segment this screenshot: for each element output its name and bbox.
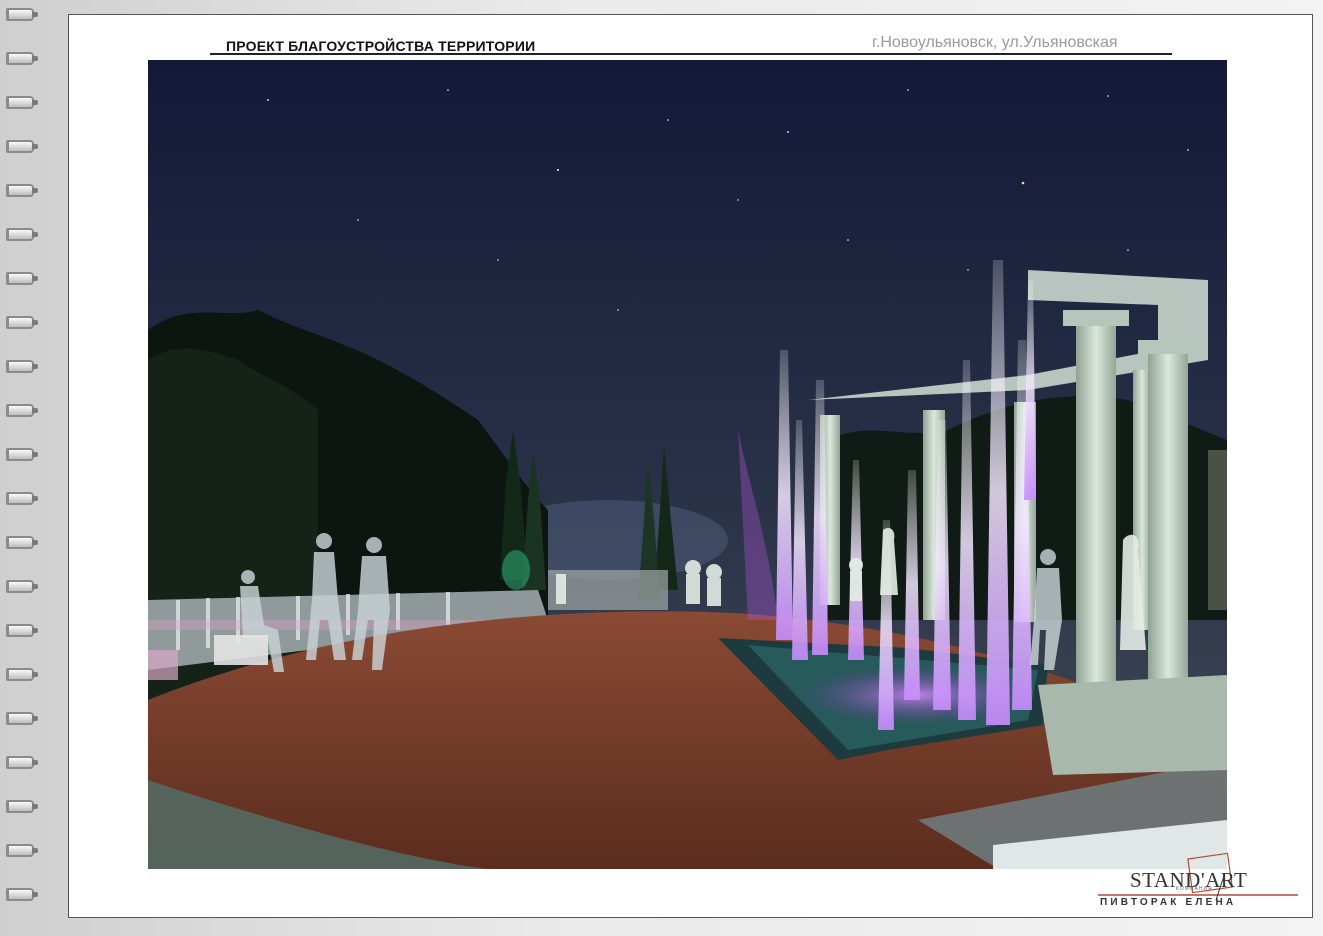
logo-author: ПИВТОРАК ЕЛЕНА: [1100, 897, 1237, 908]
night-render-image: [148, 60, 1227, 869]
spiral-binding: [0, 0, 44, 936]
render-scene: [148, 60, 1227, 869]
binding-ring: [6, 668, 38, 681]
company-logo: STAND'ART КОМПАНИЯ ПИВТОРАК ЕЛЕНА: [1098, 850, 1303, 912]
binding-ring: [6, 580, 38, 593]
binding-ring: [6, 756, 38, 769]
binding-ring: [6, 360, 38, 373]
binding-ring: [6, 844, 38, 857]
binding-ring: [6, 448, 38, 461]
binding-ring: [6, 492, 38, 505]
title-underline: [210, 53, 1172, 55]
binding-ring: [6, 316, 38, 329]
binding-ring: [6, 536, 38, 549]
binding-ring: [6, 52, 38, 65]
binding-ring: [6, 140, 38, 153]
binding-ring: [6, 272, 38, 285]
column: [1076, 320, 1116, 690]
binding-ring: [6, 404, 38, 417]
binding-ring: [6, 712, 38, 725]
binding-ring: [6, 8, 38, 21]
project-title: ПРОЕКТ БЛАГОУСТРОЙСТВА ТЕРРИТОРИИ: [226, 38, 536, 54]
binding-ring: [6, 624, 38, 637]
binding-ring: [6, 888, 38, 901]
binding-ring: [6, 800, 38, 813]
binding-ring: [6, 184, 38, 197]
binding-ring: [6, 228, 38, 241]
colonnade-base: [1038, 675, 1227, 775]
logo-tagline: КОМПАНИЯ: [1176, 886, 1213, 892]
bench: [214, 635, 268, 665]
column: [1148, 350, 1188, 690]
project-location: г.Новоульяновск, ул.Ульяновская: [872, 34, 1118, 51]
green-uplight: [502, 550, 530, 590]
binding-ring: [6, 96, 38, 109]
